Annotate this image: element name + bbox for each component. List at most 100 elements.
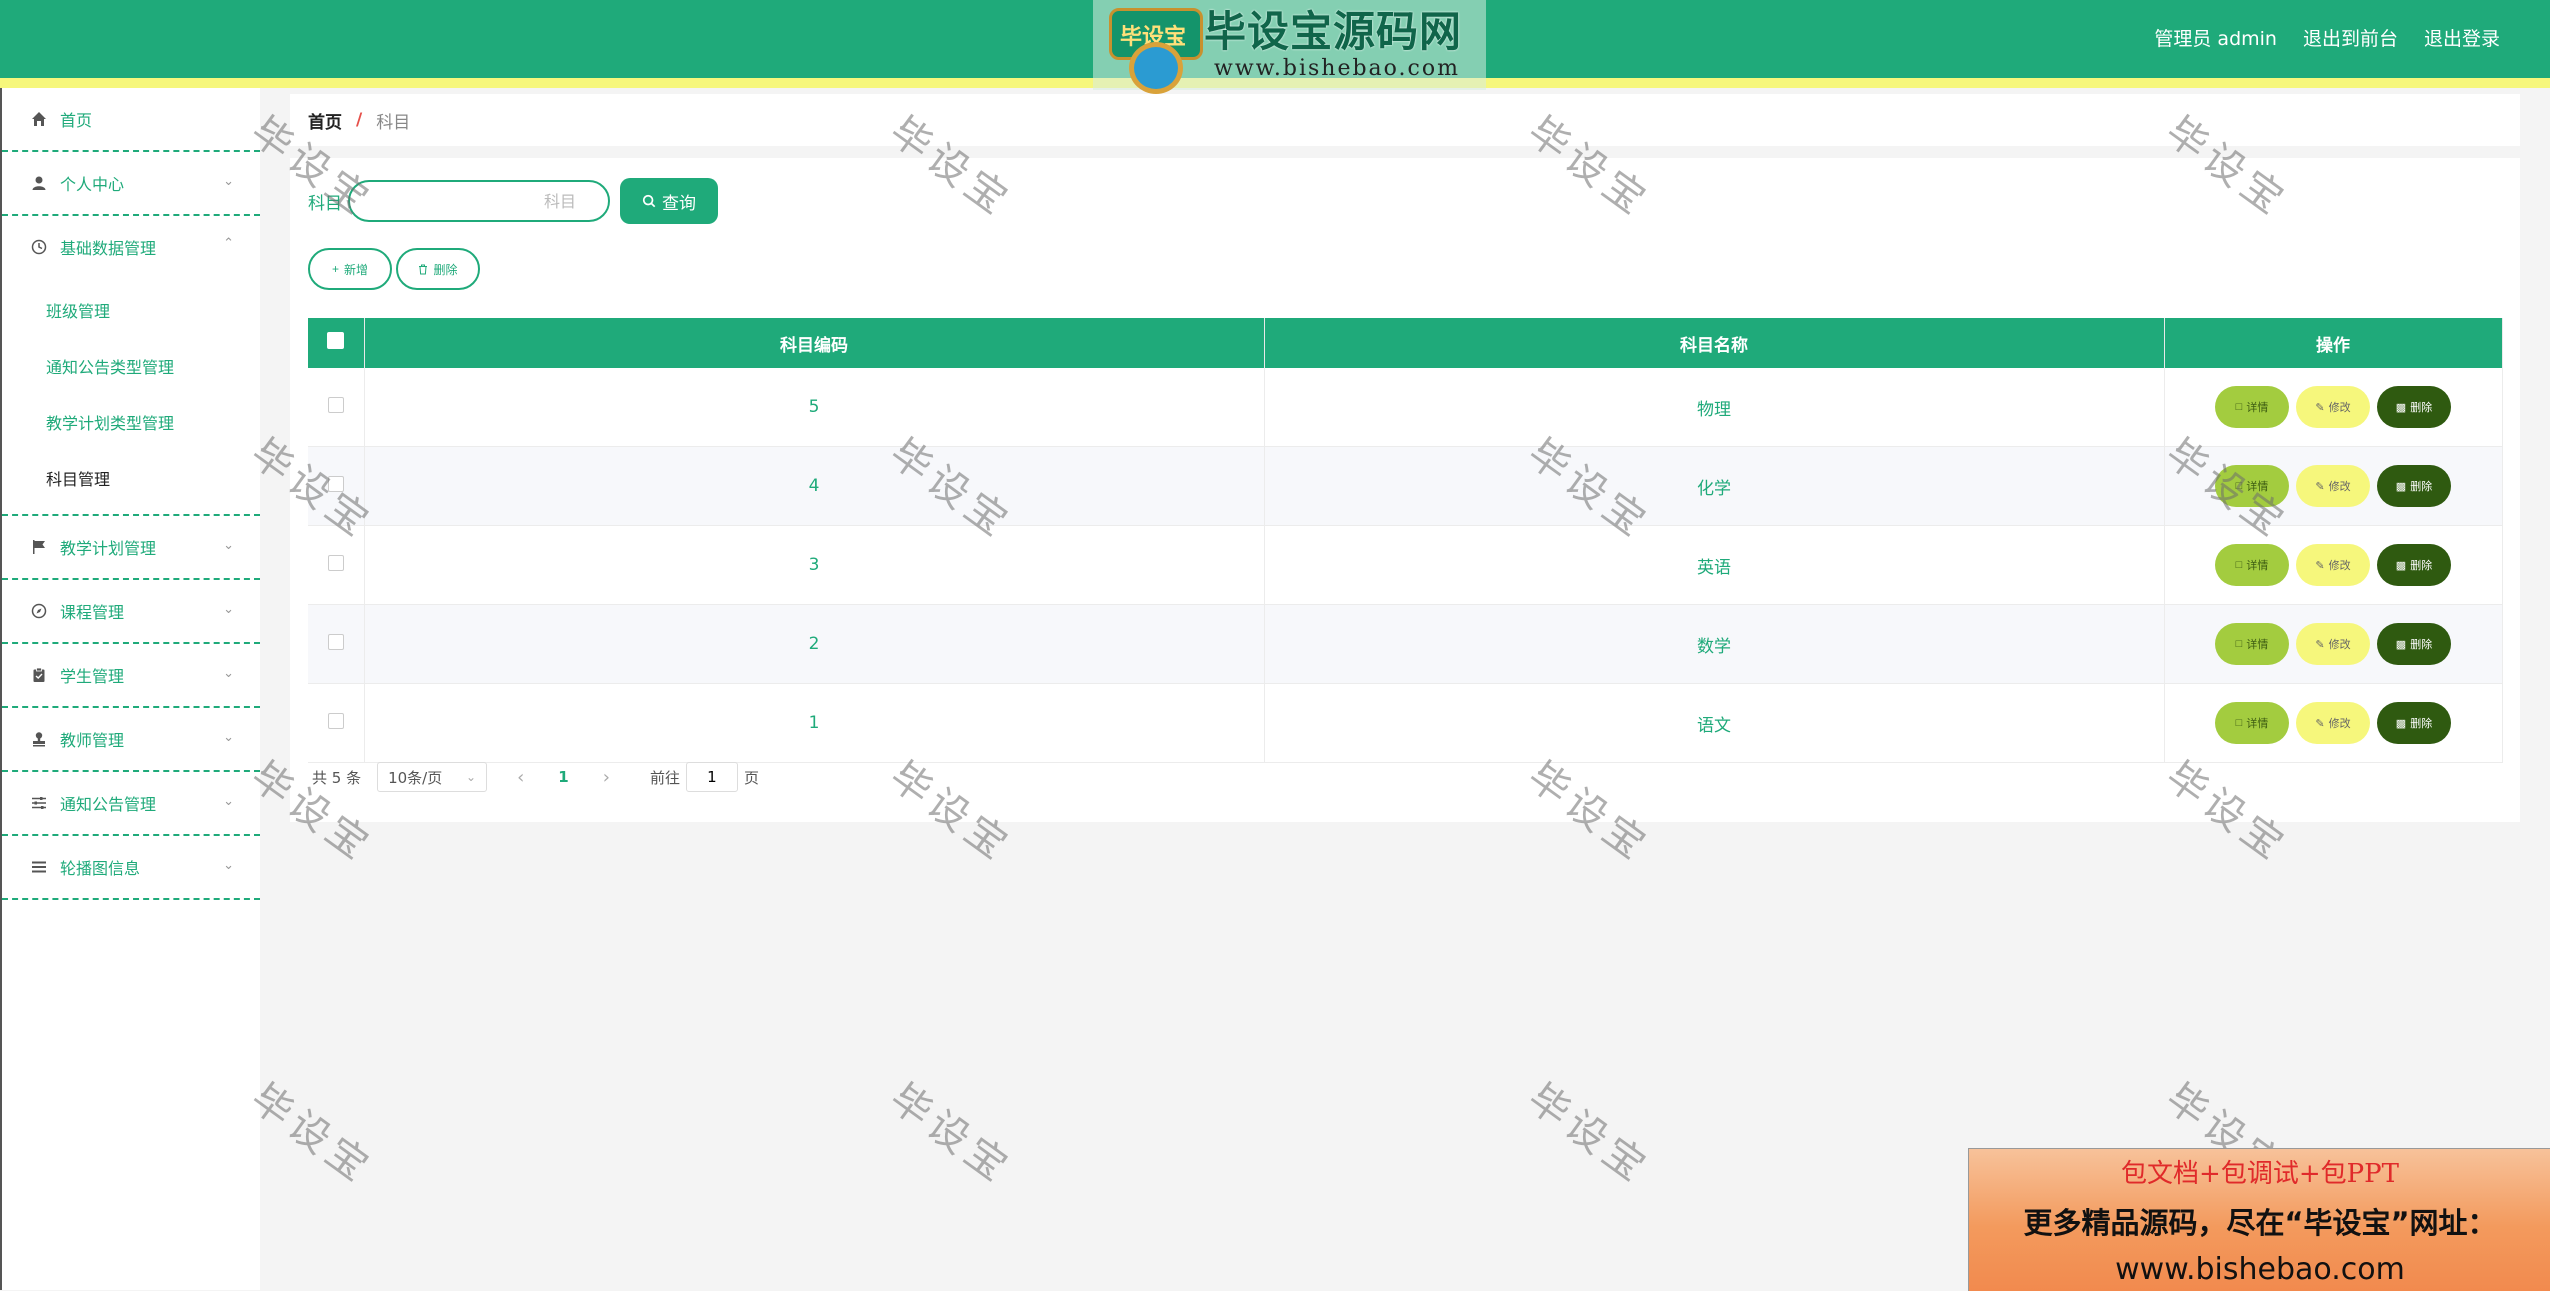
flag-icon (28, 539, 50, 555)
breadcrumb-current: 科目 (376, 112, 411, 133)
table-header-row: 科目编码 科目名称 操作 (308, 318, 2503, 368)
current-user-label: 管理员 admin (2154, 28, 2277, 50)
delete-button[interactable]: ▩ 删除 (2377, 544, 2451, 586)
chevron-down-icon: ⌄ (223, 666, 234, 681)
delete-button[interactable]: ▩ 删除 (2377, 465, 2451, 507)
exit-to-frontend-link[interactable]: 退出到前台 (2303, 24, 2398, 51)
trash-icon: ▩ (2395, 480, 2407, 493)
delete-button[interactable]: ▩ 删除 (2377, 702, 2451, 744)
trash-icon: ▩ (2395, 401, 2407, 414)
row-checkbox[interactable] (327, 554, 344, 571)
row-checkbox[interactable] (327, 633, 344, 650)
search-button-label: 查询 (662, 193, 696, 213)
stamp-icon (28, 731, 50, 747)
bulk-actions: + 新增 删除 (308, 248, 480, 290)
sidebar-item-teacher[interactable]: 教师管理 ⌄ (2, 708, 260, 772)
sidebar-menu: 首页 个人中心 ⌄ 基础数据管理 ⌃ 班级管理 通知公告类型管理 教学计划类型管… (0, 88, 260, 1290)
delete-button[interactable]: ▩ 删除 (2377, 623, 2451, 665)
clock-icon (28, 239, 50, 255)
table-row: 4 化学 □ 详情 ✎ 修改 ▩ 删除 (308, 446, 2503, 526)
delete-button-label: 删除 (2410, 718, 2433, 730)
chevron-down-icon: ⌄ (223, 538, 234, 553)
bulk-delete-button[interactable]: 删除 (396, 248, 480, 290)
page-size-value: 10条/页 (388, 768, 443, 787)
submenu-subject-management[interactable]: 科目管理 (2, 452, 260, 508)
edit-button-label: 修改 (2328, 639, 2351, 651)
edit-icon: ✎ (2315, 401, 2325, 414)
document-icon: □ (2235, 559, 2243, 571)
promo-line-3: www.bishebao.com (2115, 1252, 2405, 1287)
sidebar-item-personal[interactable]: 个人中心 ⌄ (2, 152, 260, 216)
breadcrumb-home[interactable]: 首页 (308, 108, 342, 133)
cell-subject-code: 4 (364, 446, 1265, 526)
chevron-down-icon: ⌄ (223, 174, 234, 189)
promo-banner[interactable]: 包文档+包调试+包PPT 更多精品源码，尽在“毕设宝”网址： www.bishe… (1968, 1148, 2550, 1291)
document-icon: □ (2235, 480, 2243, 492)
detail-button[interactable]: □ 详情 (2215, 386, 2289, 428)
submenu-plan-type-management[interactable]: 教学计划类型管理 (2, 396, 260, 452)
sidebar-item-label: 轮播图信息 (60, 859, 141, 878)
search-icon (642, 194, 656, 208)
sidebar-item-label: 基础数据管理 (60, 239, 157, 258)
row-checkbox[interactable] (327, 712, 344, 729)
delete-button-label: 删除 (2410, 560, 2433, 572)
cell-subject-code: 2 (364, 604, 1265, 684)
submenu-notice-type-management[interactable]: 通知公告类型管理 (2, 340, 260, 396)
edit-button[interactable]: ✎ 修改 (2296, 544, 2370, 586)
chevron-down-icon: ⌄ (223, 602, 234, 617)
breadcrumb: 首页 / 科目 (290, 94, 2520, 146)
pagination: 共 5 条 10条/页 ⌄ ‹ 1 › 前往 页 (312, 762, 759, 792)
column-header-code: 科目编码 (364, 318, 1265, 368)
edit-button[interactable]: ✎ 修改 (2296, 386, 2370, 428)
detail-button[interactable]: □ 详情 (2215, 702, 2289, 744)
sidebar-item-basic-data[interactable]: 基础数据管理 ⌃ (2, 216, 260, 278)
row-checkbox[interactable] (327, 475, 344, 492)
trash-icon: ▩ (2395, 559, 2407, 572)
edit-button[interactable]: ✎ 修改 (2296, 702, 2370, 744)
sidebar-item-teaching-plan[interactable]: 教学计划管理 ⌄ (2, 516, 260, 580)
delete-button[interactable]: ▩ 删除 (2377, 386, 2451, 428)
delete-button-label: 删除 (2410, 639, 2433, 651)
breadcrumb-separator: / (356, 110, 363, 130)
subject-search-input[interactable] (348, 180, 610, 222)
prev-page-icon[interactable]: ‹ (517, 767, 524, 788)
next-page-icon[interactable]: › (603, 767, 610, 788)
row-checkbox[interactable] (327, 396, 344, 413)
sidebar-item-student[interactable]: 学生管理 ⌄ (2, 644, 260, 708)
add-button[interactable]: + 新增 (308, 248, 392, 290)
trash-icon: ▩ (2395, 638, 2407, 651)
total-count: 共 5 条 (312, 768, 362, 787)
detail-button-label: 详情 (2246, 402, 2269, 414)
detail-button[interactable]: □ 详情 (2215, 544, 2289, 586)
page-size-select[interactable]: 10条/页 ⌄ (377, 762, 488, 792)
basic-data-submenu: 班级管理 通知公告类型管理 教学计划类型管理 科目管理 (2, 278, 260, 516)
goto-prefix: 前往 (649, 768, 680, 787)
submenu-class-management[interactable]: 班级管理 (2, 284, 260, 340)
cell-subject-code: 3 (364, 525, 1265, 605)
logout-link[interactable]: 退出登录 (2424, 24, 2500, 51)
sidebar-item-home[interactable]: 首页 (2, 88, 260, 152)
sidebar-item-course[interactable]: 课程管理 ⌄ (2, 580, 260, 644)
sidebar-item-notice[interactable]: 通知公告管理 ⌄ (2, 772, 260, 836)
detail-button[interactable]: □ 详情 (2215, 465, 2289, 507)
cell-subject-name: 数学 (1264, 604, 2165, 684)
select-all-cell (308, 318, 365, 368)
watermark-text: 毕设宝 (242, 1075, 381, 1194)
edit-button[interactable]: ✎ 修改 (2296, 623, 2370, 665)
sidebar-item-label: 首页 (60, 111, 93, 130)
site-logo: 毕设宝 毕设宝源码网 www.bishebao.com (1093, 0, 1486, 94)
search-button[interactable]: 查询 (620, 178, 718, 224)
document-icon: □ (2235, 717, 2243, 729)
sidebar-item-label: 课程管理 (60, 603, 125, 622)
edit-icon: ✎ (2315, 480, 2325, 493)
detail-button[interactable]: □ 详情 (2215, 623, 2289, 665)
goto-page-input[interactable] (685, 762, 738, 792)
sidebar-item-carousel[interactable]: 轮播图信息 ⌄ (2, 836, 260, 900)
document-icon: □ (2235, 401, 2243, 413)
select-all-checkbox[interactable] (327, 332, 345, 349)
sidebar-item-label: 教师管理 (60, 731, 125, 750)
chevron-down-icon: ⌄ (223, 794, 234, 809)
edit-button[interactable]: ✎ 修改 (2296, 465, 2370, 507)
table-row: 3 英语 □ 详情 ✎ 修改 ▩ 删除 (308, 525, 2503, 605)
page-number-current[interactable]: 1 (558, 768, 568, 786)
